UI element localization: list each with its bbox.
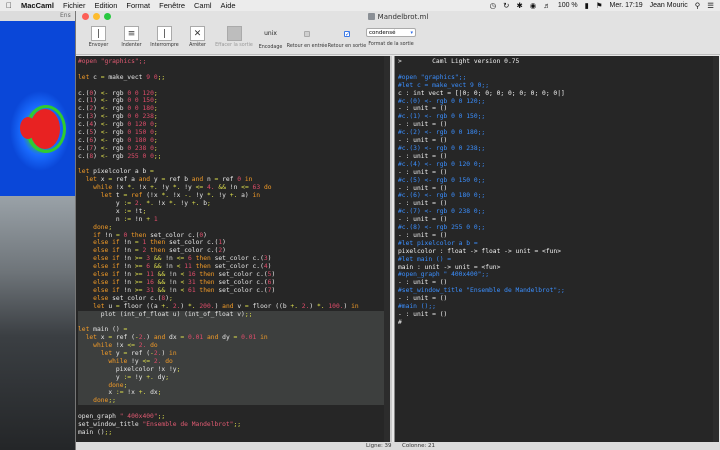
clear-output-button[interactable]: Effacer la sortie: [214, 24, 254, 48]
stop-icon: ✕: [190, 26, 205, 41]
column-indicator: Colonne: 21: [402, 443, 436, 449]
code-editor[interactable]: #open "graphics";; let c = make_vect 9 0…: [76, 56, 392, 442]
mandelbrot-render: [0, 21, 75, 196]
search-icon[interactable]: ⚲: [695, 1, 701, 10]
battery-percent[interactable]: 100 %: [558, 2, 578, 9]
menu-fichier[interactable]: Fichier: [63, 1, 86, 10]
encoding-control[interactable]: unix Encodage: [254, 24, 287, 50]
line-indicator: Ligne: 39: [366, 443, 392, 449]
indent-button[interactable]: ≡ Indenter: [115, 24, 148, 48]
background-window-title: Ens: [0, 11, 75, 21]
editor-window: Mandelbrot.ml | Envoyer ≡ Indenter | Int…: [75, 11, 720, 450]
toplevel-text[interactable]: > Caml Light version 0.75 #open "graphic…: [395, 56, 719, 327]
mandelbrot-secondary-bulb: [20, 117, 36, 139]
interrupt-icon: |: [157, 26, 172, 41]
menu-aide[interactable]: Aide: [221, 1, 236, 10]
indent-icon: ≡: [124, 26, 139, 41]
return-output-toggle[interactable]: ✓ Retour en sortie: [327, 24, 367, 49]
clear-output-icon: [226, 26, 242, 41]
output-format-select[interactable]: condensé ▾: [366, 28, 416, 37]
window-titlebar[interactable]: Mandelbrot.ml: [76, 11, 720, 22]
return-input-checkbox[interactable]: [304, 31, 310, 37]
menu-list-icon[interactable]: ☰: [707, 1, 714, 10]
panes: #open "graphics";; let c = make_vect 9 0…: [76, 56, 720, 442]
editor-scrollbar[interactable]: [384, 56, 390, 442]
desktop-wallpaper: [0, 196, 75, 450]
flag-icon[interactable]: ⚑: [596, 1, 603, 10]
chevron-down-icon: ▾: [410, 29, 413, 36]
volume-icon[interactable]: ♬: [543, 1, 551, 10]
menu-edition[interactable]: Edition: [94, 1, 117, 10]
menu-format[interactable]: Format: [126, 1, 150, 10]
menu-fenetre[interactable]: Fenêtre: [159, 1, 185, 10]
background-graphics-window[interactable]: Ens: [0, 11, 75, 196]
window-title: Mandelbrot.ml: [377, 12, 429, 21]
wifi-icon[interactable]: ◉: [530, 1, 537, 10]
clock-datetime[interactable]: Mer. 17:19: [610, 2, 643, 9]
clock-icon[interactable]: ◷: [490, 1, 497, 10]
source-code[interactable]: #open "graphics";; let c = make_vect 9 0…: [76, 56, 390, 437]
toolbar: | Envoyer ≡ Indenter | Interrompre ✕ Arr…: [76, 22, 720, 55]
toplevel-output[interactable]: > Caml Light version 0.75 #open "graphic…: [394, 56, 719, 442]
statusbar: Ligne: 39 Colonne: 21: [76, 442, 720, 450]
zoom-button[interactable]: [104, 13, 111, 20]
toplevel-scrollbar[interactable]: [713, 56, 719, 442]
output-format-control[interactable]: condensé ▾ Format de la sortie: [366, 24, 416, 47]
return-output-checkbox[interactable]: ✓: [344, 31, 350, 38]
menubar:  MacCaml Fichier Edition Format Fenêtre…: [0, 0, 720, 11]
send-button[interactable]: | Envoyer: [82, 24, 115, 48]
document-icon: [367, 13, 375, 20]
menu-caml[interactable]: Caml: [194, 1, 212, 10]
stop-button[interactable]: ✕ Arrêter: [181, 24, 214, 48]
return-input-toggle[interactable]: Retour en entrée: [287, 24, 327, 49]
user-name[interactable]: Jean Mouric: [650, 2, 688, 9]
battery-icon[interactable]: ▮: [585, 1, 589, 10]
encoding-value: unix: [264, 30, 277, 37]
interrupt-button[interactable]: | Interrompre: [148, 24, 181, 48]
minimize-button[interactable]: [93, 13, 100, 20]
send-icon: |: [91, 26, 106, 41]
sync-icon[interactable]: ↻: [503, 1, 509, 10]
close-button[interactable]: [82, 13, 89, 20]
status-menus: ◷ ↻ ✱ ◉ ♬ 100 % ▮ ⚑ Mer. 17:19 Jean Mour…: [490, 1, 714, 10]
apple-icon[interactable]: : [6, 1, 12, 10]
menu-app[interactable]: MacCaml: [21, 1, 54, 10]
bluetooth-icon[interactable]: ✱: [516, 1, 522, 10]
